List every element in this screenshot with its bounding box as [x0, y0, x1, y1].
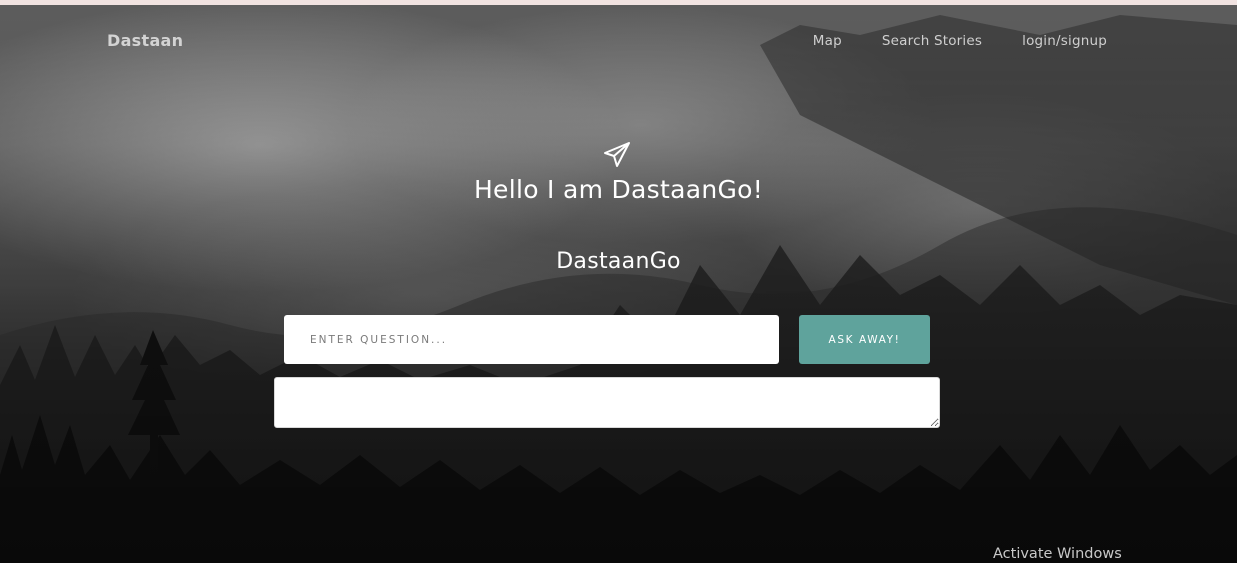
hero-subtitle: DastaanGo — [556, 249, 681, 274]
paper-plane-icon — [604, 142, 630, 167]
hero-title: Hello I am DastaanGo! — [473, 175, 764, 204]
ask-away-button[interactable]: ASK AWAY! — [799, 315, 930, 364]
foggy-forest-background — [0, 5, 1237, 563]
answer-textarea[interactable] — [274, 377, 940, 428]
nav-links: Map Search Stories login/signup — [813, 33, 1107, 49]
nav-link-login-signup[interactable]: login/signup — [1022, 33, 1107, 49]
nav-link-map[interactable]: Map — [813, 33, 842, 49]
nav-link-search-stories[interactable]: Search Stories — [882, 33, 982, 49]
brand-logo-link[interactable]: Dastaan — [107, 31, 183, 50]
activate-windows-watermark: Activate Windows — [993, 546, 1122, 562]
question-input[interactable] — [284, 315, 779, 364]
hero-section: Dastaan Map Search Stories login/signup … — [0, 5, 1237, 563]
page: Dastaan Map Search Stories login/signup … — [0, 0, 1237, 563]
